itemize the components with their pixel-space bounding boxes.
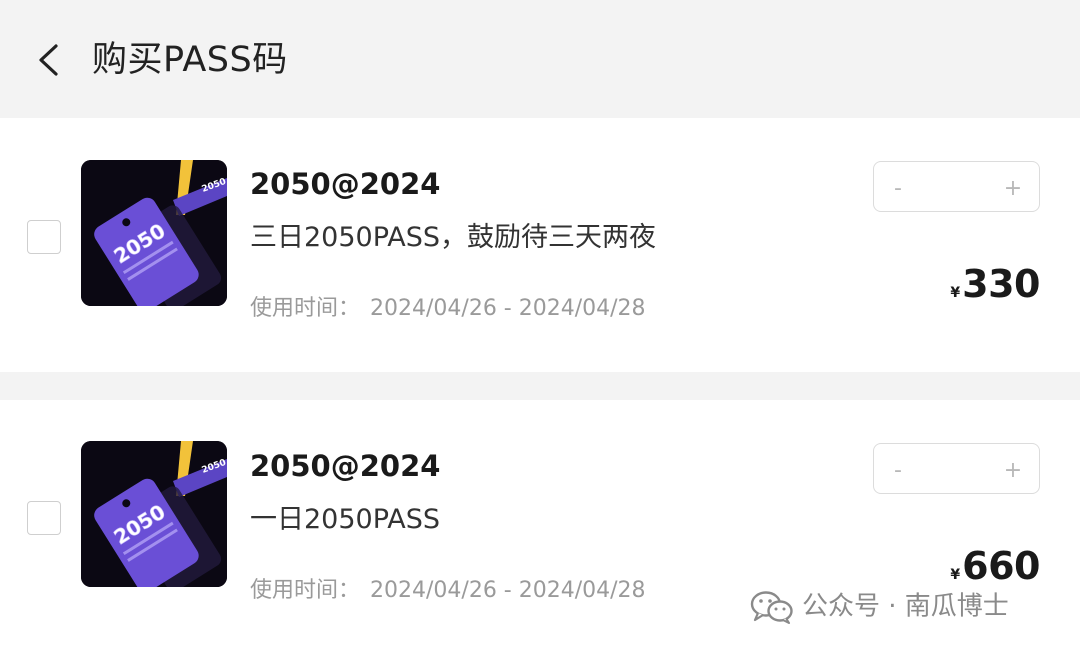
decrement-button[interactable]: - bbox=[876, 162, 920, 210]
item-price: ¥660 bbox=[950, 544, 1040, 588]
item-title: 2050@2024 bbox=[250, 167, 441, 201]
item-title: 2050@2024 bbox=[250, 449, 441, 483]
price-amount: 660 bbox=[962, 544, 1040, 588]
wechat-icon bbox=[750, 590, 793, 624]
item-description: 三日2050PASS，鼓励待三天两夜 bbox=[250, 222, 657, 253]
watermark-text: 公众号 · 南瓜博士 bbox=[802, 591, 1009, 622]
usage-time: 使用时间： 2024/04/26 - 2024/04/28 bbox=[250, 576, 646, 606]
currency-symbol: ¥ bbox=[950, 567, 961, 583]
pass-thumbnail: 2050 2050 bbox=[81, 160, 227, 306]
select-checkbox[interactable] bbox=[27, 220, 61, 254]
increment-button[interactable]: + bbox=[991, 162, 1035, 210]
item-description: 一日2050PASS bbox=[250, 504, 441, 535]
quantity-input[interactable] bbox=[924, 162, 989, 210]
currency-symbol: ¥ bbox=[950, 285, 961, 301]
usage-time: 使用时间： 2024/04/26 - 2024/04/28 bbox=[250, 294, 646, 324]
header-bar: 购买PASS码 bbox=[0, 0, 1080, 118]
item-price: ¥330 bbox=[950, 262, 1040, 306]
increment-button[interactable]: + bbox=[991, 444, 1035, 492]
price-amount: 330 bbox=[962, 262, 1040, 306]
watermark: 公众号 · 南瓜博士 bbox=[750, 586, 1009, 626]
quantity-input[interactable] bbox=[924, 444, 989, 492]
decrement-button[interactable]: - bbox=[876, 444, 920, 492]
usage-time-value: 2024/04/26 - 2024/04/28 bbox=[370, 296, 646, 321]
usage-time-value: 2024/04/26 - 2024/04/28 bbox=[370, 578, 646, 603]
select-checkbox[interactable] bbox=[27, 501, 61, 535]
page-title: 购买PASS码 bbox=[92, 40, 288, 80]
pass-thumbnail: 2050 2050 bbox=[81, 441, 227, 587]
pass-item-card: 2050 2050 2050@2024 三日2050PASS，鼓励待三天两夜 使… bbox=[0, 118, 1080, 372]
usage-time-label: 使用时间： bbox=[250, 578, 361, 603]
back-button[interactable] bbox=[30, 38, 70, 82]
chevron-left-icon bbox=[39, 44, 58, 76]
quantity-stepper: - + bbox=[873, 161, 1040, 212]
quantity-stepper: - + bbox=[873, 443, 1040, 494]
usage-time-label: 使用时间： bbox=[250, 296, 361, 321]
